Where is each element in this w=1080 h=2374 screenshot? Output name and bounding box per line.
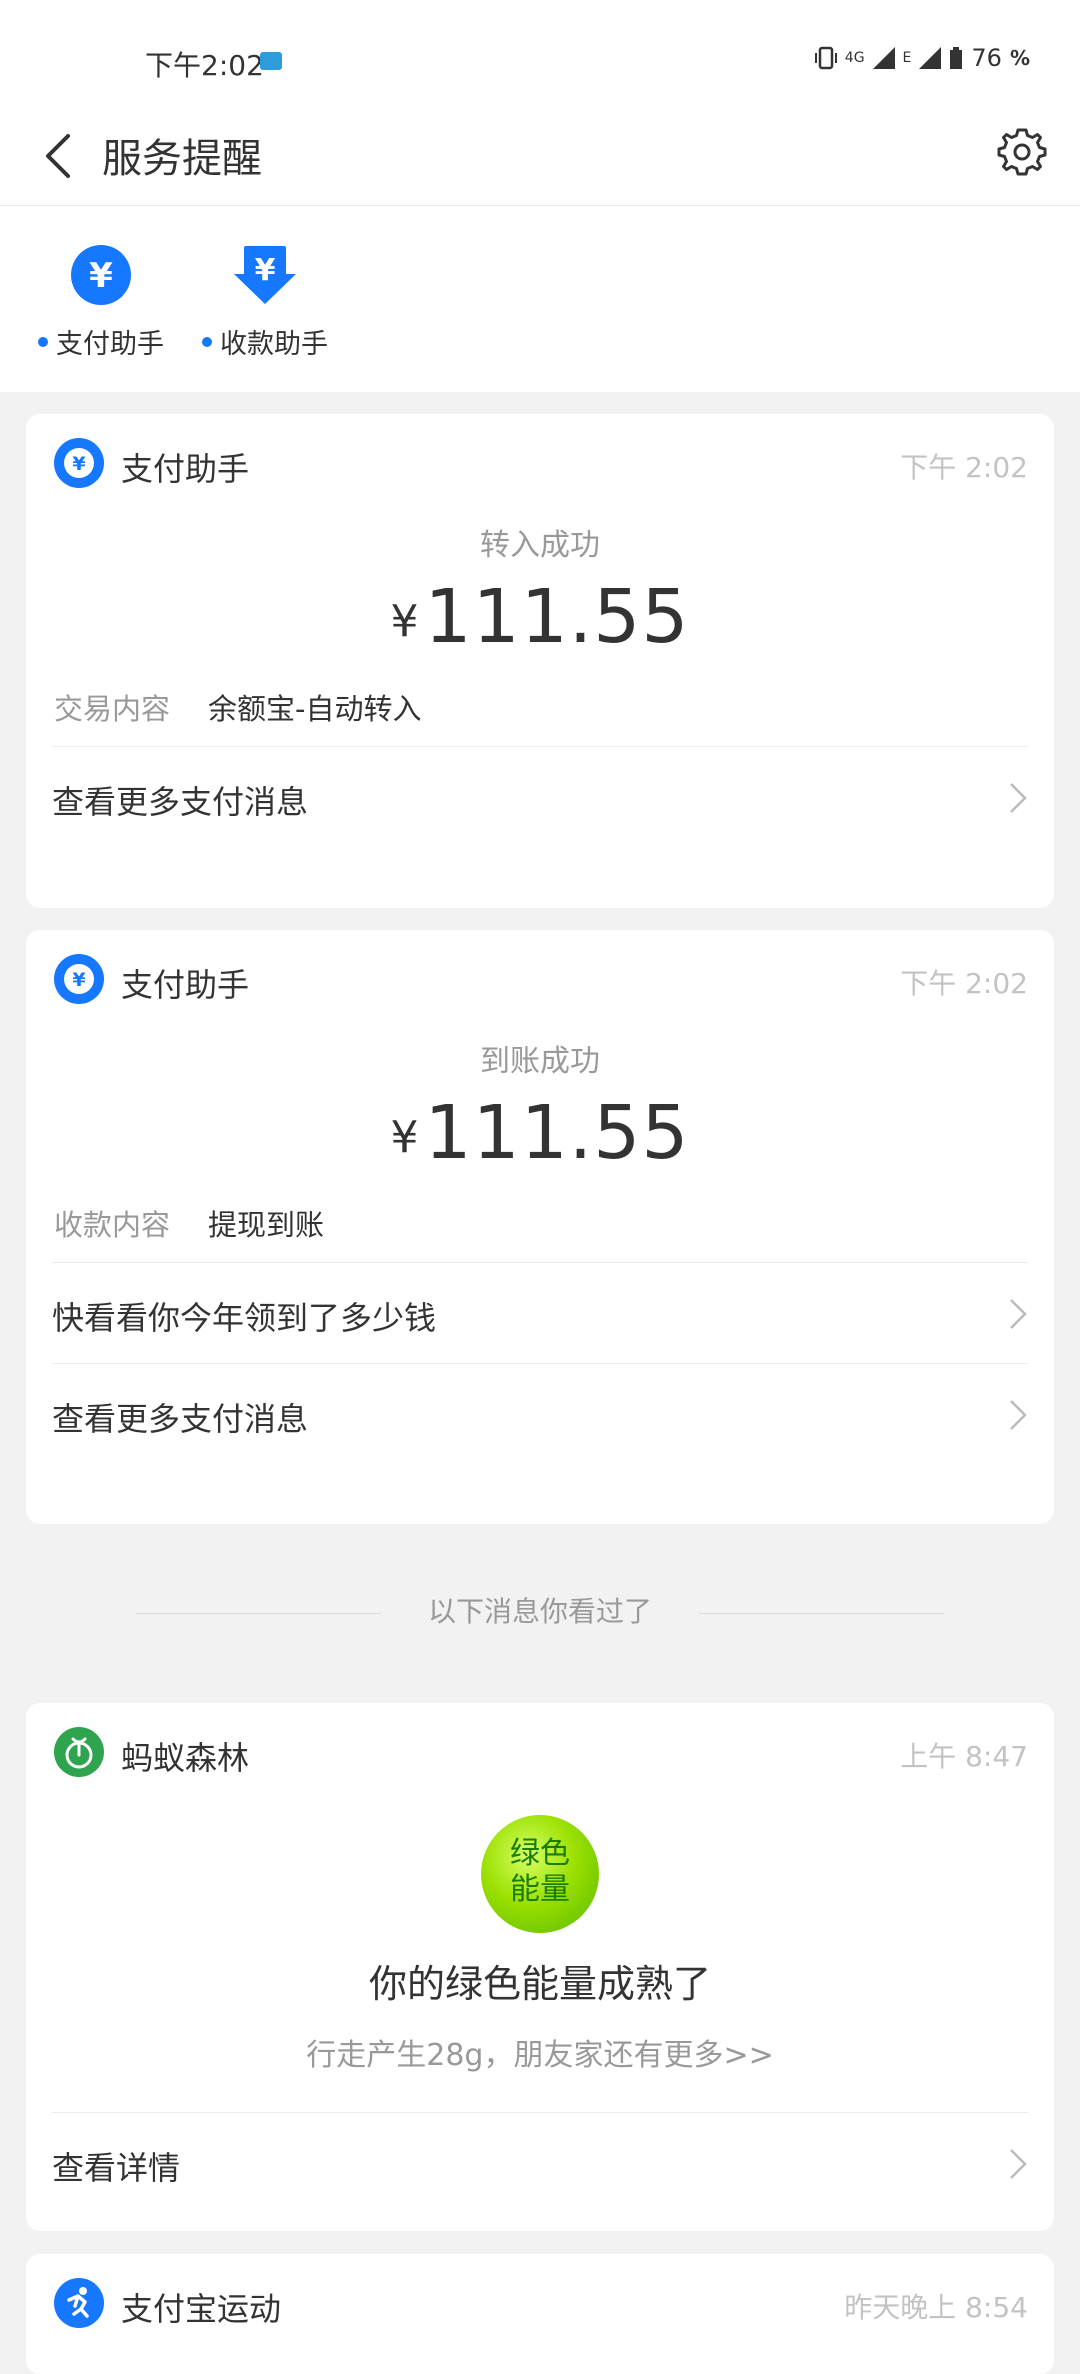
shortcut-collect-assistant[interactable]: ¥ 收款助手 — [202, 244, 328, 361]
notification-icon — [260, 52, 282, 70]
unread-dot — [202, 336, 212, 347]
payment-card-1[interactable]: ¥ 支付助手 下午 2:02 转入成功 ¥111.55 交易内容 余额宝-自动转入… — [26, 414, 1054, 908]
network-e-label: E — [902, 50, 912, 66]
currency-symbol: ¥ — [390, 1112, 419, 1163]
ball-text-1: 绿色 — [510, 1836, 570, 1871]
unread-dot — [38, 336, 48, 347]
status-time: 下午2:02 — [145, 49, 264, 82]
network-4g-label: 4G — [844, 50, 865, 66]
sender-name: 蚂蚁森林 — [121, 1739, 250, 1777]
link-label: 查看更多支付消息 — [52, 783, 309, 821]
amount: ¥111.55 — [26, 574, 1054, 660]
shortcut-bar: ¥ 支付助手 ¥ 收款助手 — [0, 206, 1080, 392]
sender-name: 支付助手 — [121, 450, 250, 488]
title-bar: 服务提醒 — [0, 110, 1080, 206]
pay-assistant-icon: ¥ — [54, 438, 104, 488]
detail-value: 提现到账 — [208, 1208, 325, 1242]
chevron-right-icon — [1010, 783, 1027, 813]
settings-gear-icon[interactable] — [994, 124, 1050, 180]
sender-name: 支付宝运动 — [121, 2290, 282, 2328]
transaction-status: 转入成功 — [480, 528, 600, 563]
ant-forest-card[interactable]: 蚂蚁森林 上午 8:47 绿色 能量 你的绿色能量成熟了 行走产生28g，朋友家… — [26, 1703, 1054, 2231]
message-time: 昨天晚上 8:54 — [844, 2291, 1028, 2324]
chevron-right-icon — [1010, 1400, 1027, 1430]
battery-unit: % — [1009, 46, 1030, 70]
signal-icon-2 — [919, 47, 942, 69]
yuan-down-arrow-icon: ¥ — [234, 246, 296, 304]
currency-symbol: ¥ — [390, 596, 419, 647]
sender-name: 支付助手 — [121, 966, 250, 1004]
back-arrow-icon[interactable] — [38, 130, 78, 182]
message-time: 上午 8:47 — [900, 1740, 1028, 1773]
detail-key: 交易内容 — [54, 692, 171, 726]
card-header: 支付宝运动 昨天晚上 8:54 — [26, 2254, 1054, 2354]
vibrate-icon — [814, 46, 837, 70]
card-header: ¥ 支付助手 下午 2:02 — [26, 414, 1054, 514]
yuan-circle-icon: ¥ — [71, 245, 131, 305]
chevron-right-icon — [1010, 1299, 1027, 1329]
transaction-status: 到账成功 — [480, 1044, 600, 1079]
transaction-detail: 收款内容 提现到账 — [26, 1202, 1054, 1262]
pay-assistant-icon: ¥ — [54, 954, 104, 1004]
ball-text-2: 能量 — [510, 1872, 570, 1907]
running-person-icon — [54, 2278, 104, 2328]
detail-key: 收款内容 — [54, 1208, 171, 1242]
read-divider-label: 以下消息你看过了 — [427, 1595, 652, 1628]
svg-text:¥: ¥ — [72, 969, 85, 991]
link-label: 查看详情 — [52, 2149, 181, 2187]
energy-subtitle[interactable]: 行走产生28g，朋友家还有更多>> — [26, 2030, 1054, 2074]
svg-text:¥: ¥ — [89, 256, 113, 296]
ant-forest-icon — [54, 1727, 104, 1777]
energy-title: 你的绿色能量成熟了 — [368, 1962, 711, 2006]
detail-value: 余额宝-自动转入 — [208, 692, 422, 726]
link-label: 查看更多支付消息 — [52, 1400, 309, 1438]
card-header: 蚂蚁森林 上午 8:47 — [26, 1703, 1054, 1803]
status-right: 4G E 76 % — [814, 44, 1030, 72]
svg-text:¥: ¥ — [72, 453, 85, 475]
yearly-earnings-link[interactable]: 快看看你今年领到了多少钱 — [52, 1262, 1028, 1363]
message-time: 下午 2:02 — [900, 451, 1028, 484]
view-details-link[interactable]: 查看详情 — [52, 2112, 1028, 2213]
link-label: 快看看你今年领到了多少钱 — [52, 1299, 437, 1337]
divider-line-right — [699, 1613, 944, 1614]
alipay-sport-card[interactable]: 支付宝运动 昨天晚上 8:54 — [26, 2254, 1054, 2374]
page-title: 服务提醒 — [102, 136, 262, 182]
more-payment-messages-link[interactable]: 查看更多支付消息 — [52, 746, 1028, 847]
amount-value: 111.55 — [424, 574, 690, 660]
card-header: ¥ 支付助手 下午 2:02 — [26, 930, 1054, 1030]
green-energy-ball-icon: 绿色 能量 — [481, 1815, 599, 1933]
battery-icon — [950, 47, 963, 69]
status-bar: 下午2:02 4G E 76 % — [0, 0, 1080, 110]
shortcut-pay-assistant[interactable]: ¥ 支付助手 — [38, 244, 164, 361]
signal-icon — [872, 47, 895, 69]
chevron-right-icon — [1010, 2149, 1027, 2179]
amount-value: 111.55 — [424, 1090, 690, 1176]
amount: ¥111.55 — [26, 1090, 1054, 1176]
more-payment-messages-link[interactable]: 查看更多支付消息 — [52, 1363, 1028, 1464]
transaction-detail: 交易内容 余额宝-自动转入 — [26, 686, 1054, 746]
battery-level: 76 — [971, 44, 1002, 72]
payment-card-2[interactable]: ¥ 支付助手 下午 2:02 到账成功 ¥111.55 收款内容 提现到账 快看看… — [26, 930, 1054, 1524]
shortcut-label: 支付助手 — [56, 329, 164, 360]
svg-text:¥: ¥ — [255, 253, 276, 288]
message-time: 下午 2:02 — [900, 967, 1028, 1000]
shortcut-label: 收款助手 — [220, 329, 328, 360]
